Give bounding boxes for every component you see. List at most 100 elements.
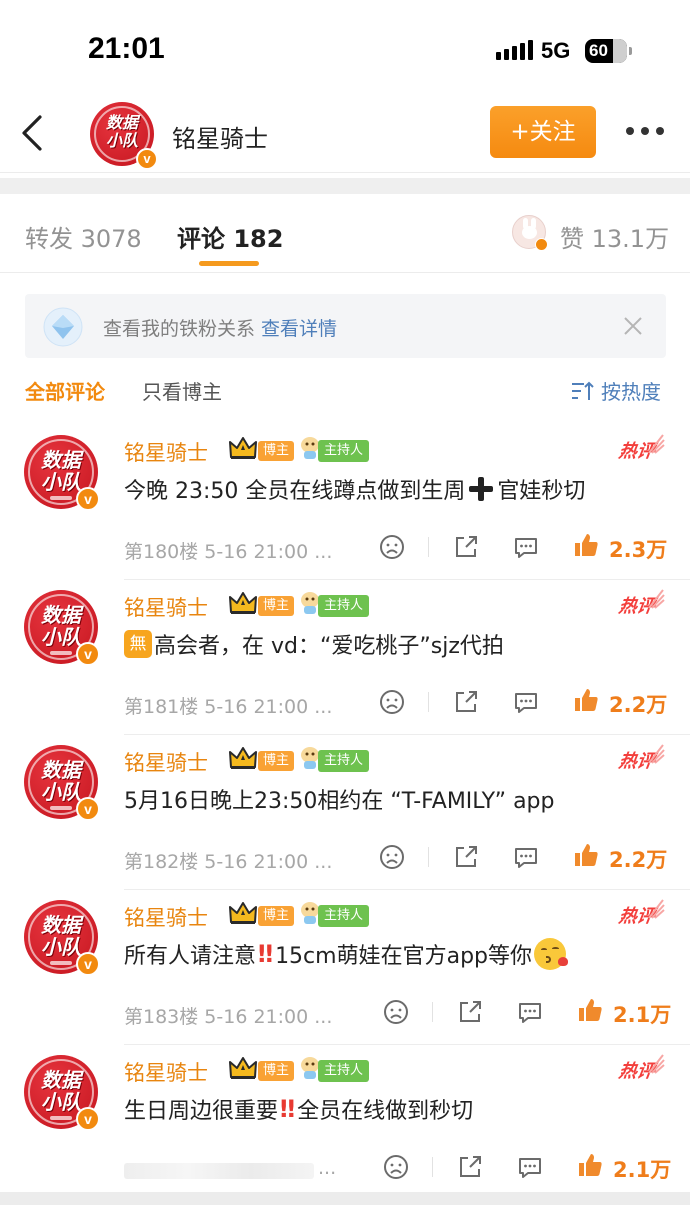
author-badge: 博主 — [258, 596, 295, 616]
dislike-icon[interactable] — [378, 533, 406, 561]
comment-text-b: 官娃秒切 — [497, 479, 586, 504]
host-badge: 主持人 — [318, 905, 370, 927]
thumbs-up-icon[interactable] — [572, 841, 600, 869]
sort-label: 按热度 — [601, 380, 661, 404]
comment-username[interactable]: 铭星骑士 — [124, 592, 208, 622]
tab-repost[interactable]: 转发 3078 — [25, 219, 142, 254]
verified-icon: v — [76, 487, 100, 511]
sort-icon — [572, 381, 594, 400]
action-divider — [428, 692, 429, 712]
avatar-text-1: 数据 — [41, 603, 81, 627]
comment-username[interactable]: 铭星骑士 — [124, 902, 208, 932]
sort-by-hot[interactable]: 按热度 — [571, 376, 661, 405]
verified-icon: v — [76, 1107, 100, 1131]
host-badge: 主持人 — [318, 750, 370, 772]
kiss-emoji-icon — [534, 938, 568, 970]
battery-tip — [629, 47, 632, 55]
comment-text: 今晚 23:50 全员在线蹲点做到生周 — [124, 479, 466, 504]
comment-body: 所有人请注意 ‼ 15cm萌娃在官方app等你 — [124, 938, 568, 970]
status-bar: 21:01 5G 60 — [0, 0, 690, 95]
host-badge: 主持人 — [318, 1060, 370, 1082]
crown-icon — [228, 435, 258, 461]
dislike-icon[interactable] — [378, 688, 406, 716]
tab-likes[interactable]: 赞 13.1万 — [560, 219, 669, 254]
share-icon[interactable] — [456, 998, 484, 1026]
hot-comment-icon: 热评 — [617, 588, 665, 624]
wu-emoji-icon: 無 — [124, 630, 152, 658]
comment-body: 5月16日晚上23:50相约在 “T-FAMILY” app — [124, 783, 554, 815]
more-icon[interactable] — [626, 127, 664, 135]
dislike-icon[interactable] — [382, 1153, 410, 1181]
comment-item[interactable]: 数据 小队 v 铭星骑士 博主 主持人 热评 今晚 23:50 全员在线蹲点做到生周 官娃秒切第… — [0, 425, 690, 580]
share-icon[interactable] — [452, 533, 480, 561]
comment-text: 所有人请注意 — [124, 944, 257, 969]
crown-icon — [228, 900, 258, 926]
comment-avatar[interactable]: 数据 小队 v — [24, 590, 100, 666]
crown-icon — [228, 590, 258, 616]
diamond-icon — [43, 307, 83, 347]
tab-active-indicator — [199, 261, 259, 266]
header-avatar[interactable]: 数据 小队 v — [90, 102, 158, 170]
comment-meta: 第183楼 5-16 21:00 ... — [124, 1006, 333, 1028]
dislike-icon[interactable] — [378, 843, 406, 871]
thumbs-up-icon[interactable] — [576, 996, 604, 1024]
share-icon[interactable] — [452, 688, 480, 716]
verified-icon: v — [76, 952, 100, 976]
tab-bar: 转发 3078 评论 182 赞 13.1万 — [0, 195, 690, 273]
liker-avatar[interactable] — [512, 215, 548, 251]
reply-icon[interactable] — [512, 688, 540, 716]
like-count: 2.3万 — [609, 538, 668, 562]
bottom-gap — [0, 1192, 690, 1205]
comment-body: 無高会者，在 vd：“爱吃桃子”sjz代拍 — [124, 628, 504, 660]
avatar-text-1: 数据 — [41, 448, 81, 472]
comment-avatar[interactable]: 数据 小队 v — [24, 435, 100, 511]
reply-icon[interactable] — [516, 1153, 544, 1181]
header-username[interactable]: 铭星骑士 — [172, 119, 268, 154]
battery-icon: 60 — [585, 39, 627, 63]
comment-item[interactable]: 数据 小队 v 铭星骑士 博主 主持人 热评無高会者，在 vd：“爱吃桃子”sjz代拍 第18… — [0, 580, 690, 735]
like-count: 2.2万 — [609, 693, 668, 717]
comment-item[interactable]: 数据 小队 v 铭星骑士 博主 主持人 热评 5月16日晚上23:50相约在 “T-FAMIL… — [0, 735, 690, 890]
fan-banner-label: 查看我的铁粉关系 — [103, 318, 256, 340]
comment-avatar[interactable]: 数据 小队 v — [24, 1055, 100, 1131]
fan-relationship-banner[interactable]: 查看我的铁粉关系 查看详情 — [25, 294, 666, 358]
verified-icon: v — [136, 148, 158, 170]
reply-icon[interactable] — [512, 843, 540, 871]
comment-body: 生日周边很重要 ‼ 全员在线做到秒切 — [124, 1093, 473, 1125]
tab-comments[interactable]: 评论 182 — [177, 219, 283, 254]
comment-username[interactable]: 铭星骑士 — [124, 1057, 208, 1087]
comment-username[interactable]: 铭星骑士 — [124, 437, 208, 467]
filter-all-comments[interactable]: 全部评论 — [25, 376, 105, 405]
avatar-text-1: 数据 — [105, 113, 138, 132]
follow-button[interactable]: +关注 — [490, 106, 596, 158]
thumbs-up-icon[interactable] — [572, 686, 600, 714]
reply-icon[interactable] — [516, 998, 544, 1026]
comment-item[interactable]: 数据 小队 v 铭星骑士 博主 主持人 热评 生日周边很重要 ‼ 全员在线做到秒切... 2.1万 — [0, 1045, 690, 1200]
comment-meta-blurred — [124, 1163, 314, 1179]
comment-username[interactable]: 铭星骑士 — [124, 747, 208, 777]
action-divider — [428, 537, 429, 557]
reply-icon[interactable] — [512, 533, 540, 561]
close-icon[interactable] — [621, 314, 645, 338]
view-details-link[interactable]: 查看详情 — [261, 318, 337, 340]
hot-comment-icon: 热评 — [617, 743, 665, 779]
comment-text: 生日周边很重要 — [124, 1099, 279, 1124]
dislike-icon[interactable] — [382, 998, 410, 1026]
avatar-text-1: 数据 — [41, 913, 81, 937]
comment-item[interactable]: 数据 小队 v 铭星骑士 博主 主持人 热评 所有人请注意 ‼ 15cm萌娃在官方app等你 第18… — [0, 890, 690, 1045]
comment-meta: ... — [318, 1157, 337, 1179]
back-arrow-icon[interactable] — [18, 113, 48, 153]
hot-comment-icon: 热评 — [617, 433, 665, 469]
author-badge: 博主 — [258, 441, 295, 461]
thumbs-up-icon[interactable] — [576, 1151, 604, 1179]
comment-avatar[interactable]: 数据 小队 v — [24, 745, 100, 821]
divider — [0, 272, 690, 273]
thumbs-up-icon[interactable] — [572, 531, 600, 559]
comment-avatar[interactable]: 数据 小队 v — [24, 900, 100, 976]
action-divider — [428, 847, 429, 867]
section-gap — [0, 178, 690, 194]
filter-author-only[interactable]: 只看博主 — [142, 376, 222, 405]
share-icon[interactable] — [452, 843, 480, 871]
share-icon[interactable] — [456, 1153, 484, 1181]
fan-banner-text: 查看我的铁粉关系 查看详情 — [103, 314, 337, 341]
